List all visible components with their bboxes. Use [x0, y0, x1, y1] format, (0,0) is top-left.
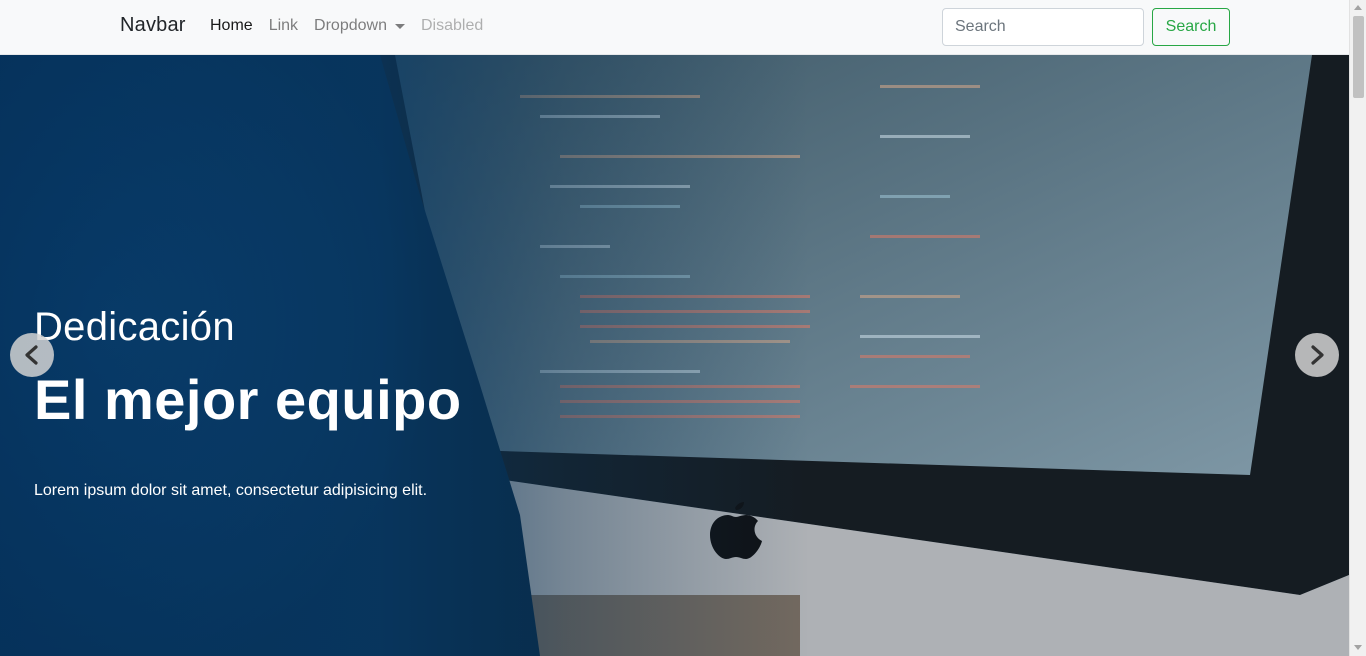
- caption-title: El mejor equipo: [34, 368, 462, 431]
- dropdown-label: Dropdown: [314, 17, 387, 34]
- nav-link-disabled: Disabled: [420, 17, 484, 34]
- nav-link-link[interactable]: Link: [269, 16, 298, 36]
- chevron-right-icon: [1311, 345, 1324, 365]
- page-scrollbar[interactable]: [1349, 0, 1366, 656]
- scroll-down-icon[interactable]: [1354, 645, 1362, 650]
- search-button[interactable]: Search: [1152, 8, 1230, 46]
- caption-subtitle: Dedicación: [34, 305, 235, 349]
- page: Navbar Home Link Dropdown Disabled Searc…: [0, 0, 1366, 656]
- carousel-next-button[interactable]: [1295, 333, 1339, 377]
- nav-link-home[interactable]: Home: [210, 16, 253, 36]
- nav-link-dropdown[interactable]: Dropdown: [314, 16, 405, 36]
- chevron-left-icon: [25, 345, 38, 365]
- search-input[interactable]: [942, 8, 1144, 46]
- carousel-caption: Dedicación El mejor equipo Lorem ipsum d…: [34, 303, 462, 501]
- navbar: Navbar Home Link Dropdown Disabled Searc…: [0, 0, 1349, 55]
- scroll-up-icon[interactable]: [1354, 5, 1362, 10]
- carousel-prev-button[interactable]: [10, 333, 54, 377]
- nav-links: Home Link Dropdown Disabled: [210, 16, 499, 36]
- navbar-brand[interactable]: Navbar: [120, 14, 186, 37]
- scrollbar-thumb[interactable]: [1353, 16, 1364, 98]
- caption-text: Lorem ipsum dolor sit amet, consectetur …: [34, 482, 428, 499]
- caret-down-icon: [394, 23, 405, 29]
- hero-carousel: Dedicación El mejor equipo Lorem ipsum d…: [0, 55, 1349, 656]
